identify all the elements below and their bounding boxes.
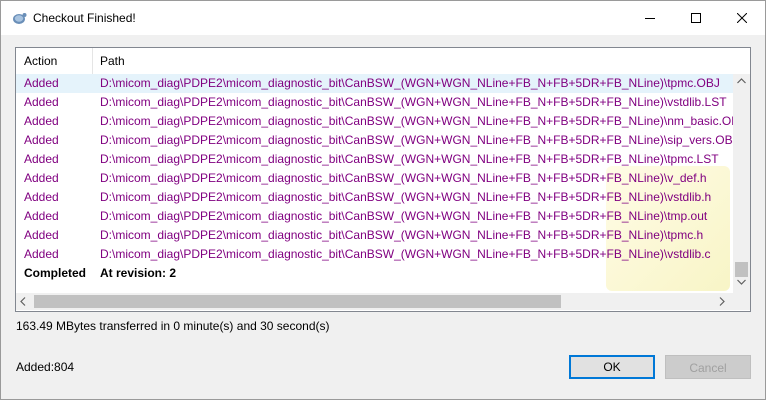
- row-action: Added: [24, 247, 59, 261]
- row-action: Added: [24, 133, 59, 147]
- scrollbar-corner: [733, 293, 750, 310]
- row-path: D:\micom_diag\PDPE2\micom_diagnostic_bit…: [100, 114, 746, 128]
- scroll-down-icon[interactable]: [737, 279, 746, 285]
- completed-row[interactable]: Completed At revision: 2: [16, 264, 733, 283]
- list-row[interactable]: Added D:\micom_diag\PDPE2\micom_diagnosti…: [16, 188, 733, 207]
- close-button[interactable]: [719, 1, 765, 35]
- vertical-scroll-thumb[interactable]: [735, 262, 748, 277]
- column-header-path[interactable]: Path: [100, 48, 125, 74]
- list-row[interactable]: Added D:\micom_diag\PDPE2\micom_diagnosti…: [16, 207, 733, 226]
- list-header: Action Path: [16, 48, 750, 75]
- list-row[interactable]: Added D:\micom_diag\PDPE2\micom_diagnosti…: [16, 93, 733, 112]
- row-action: Completed: [24, 266, 87, 280]
- column-divider[interactable]: [92, 48, 93, 74]
- row-path: At revision: 2: [100, 266, 177, 280]
- list-row[interactable]: Added D:\micom_diag\PDPE2\micom_diagnosti…: [16, 226, 733, 245]
- row-path: D:\micom_diag\PDPE2\micom_diagnostic_bit…: [100, 171, 707, 185]
- checkout-dialog: Checkout Finished! Action Path Added D:\m…: [0, 0, 766, 400]
- tortoise-svn-icon: [13, 13, 27, 24]
- maximize-icon: [691, 13, 701, 23]
- list-row[interactable]: Added D:\micom_diag\PDPE2\micom_diagnosti…: [16, 245, 733, 264]
- scroll-left-icon[interactable]: [20, 297, 26, 306]
- list-row[interactable]: Added D:\micom_diag\PDPE2\micom_diagnosti…: [16, 74, 733, 93]
- added-count: Added:804: [16, 360, 75, 374]
- title-bar[interactable]: Checkout Finished!: [1, 1, 765, 35]
- row-action: Added: [24, 190, 59, 204]
- column-header-action[interactable]: Action: [24, 48, 57, 74]
- maximize-button[interactable]: [673, 1, 719, 35]
- row-action: Added: [24, 171, 59, 185]
- row-path: D:\micom_diag\PDPE2\micom_diagnostic_bit…: [100, 190, 712, 204]
- transfer-summary: 163.49 MBytes transferred in 0 minute(s)…: [16, 319, 330, 333]
- results-list[interactable]: Action Path Added D:\micom_diag\PDPE2\mic…: [15, 47, 751, 312]
- row-path: D:\micom_diag\PDPE2\micom_diagnostic_bit…: [100, 228, 704, 242]
- row-action: Added: [24, 114, 59, 128]
- scroll-right-icon[interactable]: [719, 297, 725, 306]
- window-title: Checkout Finished!: [33, 11, 136, 25]
- scroll-up-icon[interactable]: [737, 78, 746, 84]
- cancel-button[interactable]: Cancel: [665, 355, 751, 379]
- row-action: Added: [24, 76, 59, 90]
- row-path: D:\micom_diag\PDPE2\micom_diagnostic_bit…: [100, 95, 727, 109]
- list-row[interactable]: Added D:\micom_diag\PDPE2\micom_diagnosti…: [16, 131, 739, 150]
- row-path: D:\micom_diag\PDPE2\micom_diagnostic_bit…: [100, 133, 739, 147]
- row-path: D:\micom_diag\PDPE2\micom_diagnostic_bit…: [100, 209, 708, 223]
- list-row[interactable]: Added D:\micom_diag\PDPE2\micom_diagnosti…: [16, 150, 733, 169]
- row-action: Added: [24, 152, 59, 166]
- row-path: D:\micom_diag\PDPE2\micom_diagnostic_bit…: [100, 76, 720, 90]
- row-action: Added: [24, 228, 59, 242]
- list-row[interactable]: Added D:\micom_diag\PDPE2\micom_diagnosti…: [16, 169, 733, 188]
- list-rows: Added D:\micom_diag\PDPE2\micom_diagnosti…: [16, 74, 745, 283]
- row-path: D:\micom_diag\PDPE2\micom_diagnostic_bit…: [100, 247, 711, 261]
- ok-button[interactable]: OK: [569, 355, 655, 379]
- list-row[interactable]: Added D:\micom_diag\PDPE2\micom_diagnosti…: [16, 112, 745, 131]
- horizontal-scroll-thumb[interactable]: [34, 295, 561, 308]
- minimize-button[interactable]: [627, 1, 673, 35]
- row-action: Added: [24, 95, 59, 109]
- vertical-scrollbar[interactable]: [733, 74, 750, 293]
- minimize-icon: [645, 18, 655, 19]
- row-action: Added: [24, 209, 59, 223]
- horizontal-scrollbar[interactable]: [16, 293, 733, 310]
- row-path: D:\micom_diag\PDPE2\micom_diagnostic_bit…: [100, 152, 719, 166]
- close-icon: [737, 13, 747, 23]
